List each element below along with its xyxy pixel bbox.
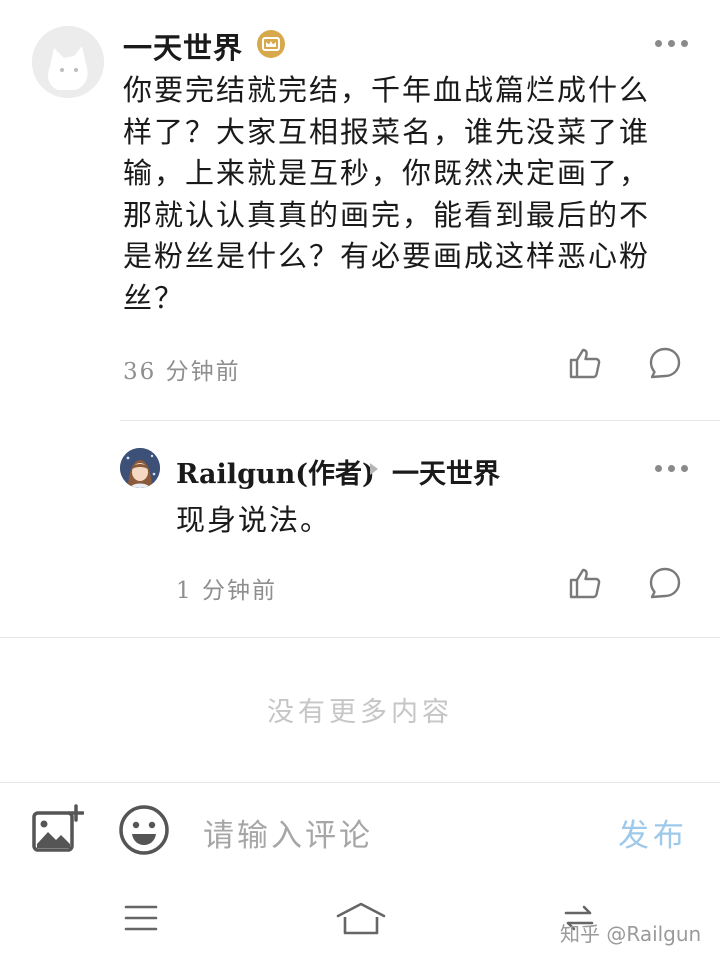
speech-bubble-icon xyxy=(649,567,681,599)
divider xyxy=(120,420,720,421)
cat-avatar-icon xyxy=(32,26,104,98)
comment-like-button[interactable] xyxy=(568,346,602,384)
comment-line: 是粉丝是什么？有必要画成这样恶心粉 xyxy=(123,239,651,273)
add-image-button[interactable] xyxy=(32,804,85,858)
thumbs-up-icon xyxy=(569,568,601,599)
reply-time: 1 分钟前 xyxy=(176,578,277,604)
comment-text: 你要完结就完结，千年血战篇烂成什么 样了？大家互相报菜名，谁先没菜了谁 输，上来… xyxy=(123,70,703,319)
divider xyxy=(0,782,720,783)
comment-line: 你要完结就完结，千年血战篇烂成什么 xyxy=(123,73,651,107)
comment-line: 输，上来就是互秒，你既然决定画了， xyxy=(123,156,651,190)
reply-like-button[interactable] xyxy=(568,566,602,604)
reply-author-avatar[interactable] xyxy=(120,448,160,488)
comment-line: 那就认认真真的画完，能看到最后的不 xyxy=(123,197,651,232)
reply-author-name[interactable]: Railgun(作者) xyxy=(176,452,375,491)
emoji-button[interactable] xyxy=(118,804,170,860)
no-more-content: 没有更多内容 xyxy=(267,697,453,728)
comment-input[interactable]: 请输入评论 xyxy=(203,810,373,855)
divider xyxy=(0,637,720,638)
comment-line: 丝？ xyxy=(123,280,186,315)
nav-home-button[interactable] xyxy=(336,902,386,940)
reply-target-name[interactable]: 一天世界 xyxy=(392,452,500,491)
comment-author-avatar[interactable] xyxy=(32,26,104,98)
dot-icon xyxy=(681,40,688,47)
menu-icon xyxy=(124,905,158,931)
publish-button[interactable]: 发布 xyxy=(618,810,688,855)
add-image-icon xyxy=(32,804,85,852)
dot-icon xyxy=(655,465,662,472)
reply-reply-button[interactable] xyxy=(648,566,682,604)
comment-more-button[interactable] xyxy=(655,40,688,47)
reply-more-button[interactable] xyxy=(655,465,688,472)
anime-avatar-icon xyxy=(120,448,160,488)
comment-line: 样了？大家互相报菜名，谁先没菜了谁 xyxy=(123,114,651,149)
dot-icon xyxy=(655,40,662,47)
dot-icon xyxy=(668,40,675,47)
smiley-icon xyxy=(119,805,169,855)
comment-reply-button[interactable] xyxy=(648,346,682,384)
comment-author-name[interactable]: 一天世界 xyxy=(123,25,243,67)
nav-menu-button[interactable] xyxy=(124,903,158,937)
thumbs-up-icon xyxy=(569,348,601,379)
home-icon xyxy=(336,902,386,935)
comment-time: 36 分钟前 xyxy=(123,359,241,385)
dot-icon xyxy=(668,465,675,472)
speech-bubble-icon xyxy=(649,347,681,379)
dot-icon xyxy=(681,465,688,472)
crown-badge-icon[interactable] xyxy=(257,30,285,58)
watermark: 知乎 @Railgun xyxy=(560,922,702,946)
reply-arrow-icon xyxy=(370,463,378,475)
reply-text: 现身说法。 xyxy=(176,503,332,537)
